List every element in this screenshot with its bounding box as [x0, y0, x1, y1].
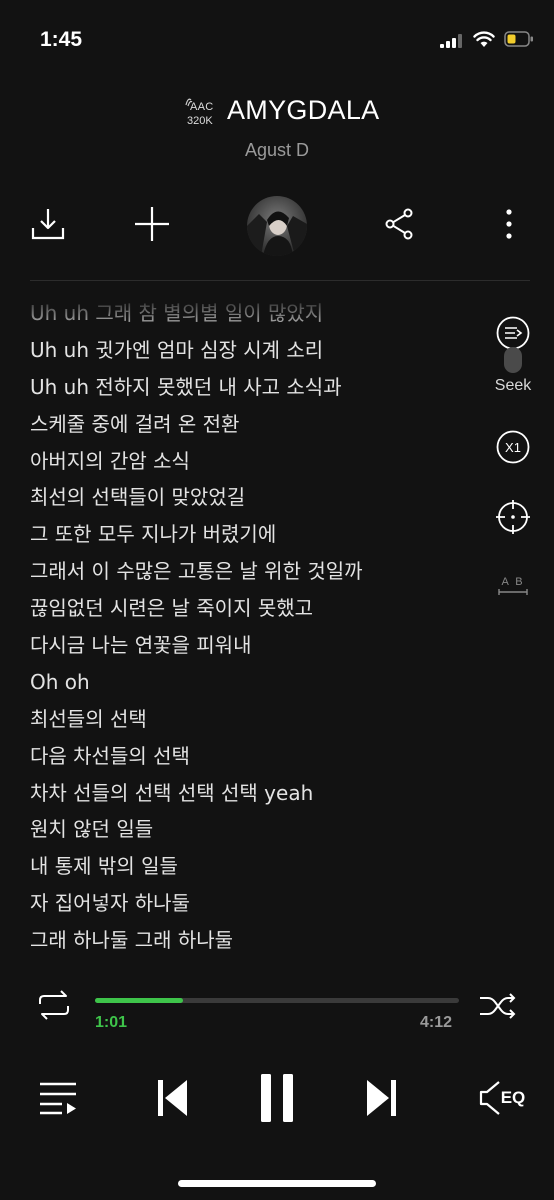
status-bar: 1:45 — [0, 0, 554, 80]
lyric-line[interactable]: 최선의 선택들이 맞았었길 — [30, 479, 480, 516]
cellular-signal-icon — [440, 34, 462, 48]
album-art-image — [247, 196, 307, 256]
lyric-line[interactable]: 그래 하나둘 그래 하나둘 — [30, 922, 480, 959]
sync-target-button[interactable] — [488, 499, 538, 535]
audio-quality-badge: AAC 320K — [184, 94, 224, 130]
playback-controls: EQ — [0, 1060, 554, 1140]
progress-fill — [95, 998, 184, 1003]
playlist-button[interactable] — [36, 1078, 80, 1118]
shuffle-icon[interactable] — [478, 990, 518, 1020]
lyric-line[interactable]: 원치 않던 일들 — [30, 811, 480, 848]
playback-speed-button[interactable]: X1 — [488, 429, 538, 465]
status-time: 1:45 — [40, 28, 83, 51]
battery-icon — [504, 31, 533, 47]
ab-label: A B — [501, 576, 524, 588]
pause-icon — [261, 1074, 293, 1122]
lyric-line[interactable]: 다시금 나는 연꽃을 피워내 — [30, 627, 480, 664]
lyric-line[interactable]: 자 집어넣자 하나둘 — [30, 885, 480, 922]
lyric-line[interactable]: 스케줄 중에 걸려 온 전환 — [30, 406, 480, 443]
artist-avatar[interactable] — [247, 196, 307, 256]
lyrics-panel[interactable]: Uh uh 그래 참 별의별 일이 많았지 Uh uh 귓가엔 엄마 심장 시계… — [30, 295, 480, 975]
speed-icon: X1 — [496, 430, 530, 464]
now-playing-header: AAC 320K AMYGDALA Agust D — [0, 90, 554, 170]
lyric-line[interactable]: 내 통제 밖의 일들 — [30, 848, 480, 885]
equalizer-button[interactable]: EQ — [472, 1078, 532, 1118]
lyric-line[interactable]: 최선들의 선택 — [30, 701, 480, 738]
lyric-line[interactable]: 그 또한 모두 지나가 버렸기에 — [30, 516, 480, 553]
lyric-line[interactable]: Uh uh 전하지 못했던 내 사고 소식과 — [30, 369, 480, 406]
action-row — [0, 190, 554, 265]
eq-label: EQ — [500, 1088, 526, 1107]
add-to-playlist-button[interactable] — [122, 194, 182, 254]
artist-name[interactable]: Agust D — [0, 140, 554, 161]
lyric-line[interactable]: Uh uh 귓가엔 엄마 심장 시계 소리 — [30, 332, 480, 369]
seek-toggle[interactable]: Seek — [488, 315, 538, 395]
crosshair-icon — [496, 500, 530, 534]
lyric-line[interactable]: 다음 차선들의 선택 — [30, 738, 480, 775]
progress-area: 1:01 4:12 — [0, 990, 554, 1040]
share-icon — [385, 208, 413, 240]
seek-switch[interactable] — [504, 347, 522, 373]
lyric-line[interactable]: 그래서 이 수많은 고통은 날 위한 것일까 — [30, 553, 480, 590]
ab-repeat-icon: A B — [498, 576, 528, 595]
pause-button[interactable] — [255, 1070, 299, 1126]
more-vertical-icon — [506, 209, 512, 239]
share-button[interactable] — [370, 194, 430, 254]
lyric-line[interactable]: Oh oh — [30, 664, 480, 701]
previous-button[interactable] — [152, 1078, 192, 1118]
more-options-button[interactable] — [479, 194, 539, 254]
next-button[interactable] — [362, 1078, 402, 1118]
skip-previous-icon — [158, 1080, 187, 1116]
speed-label: X1 — [505, 440, 521, 455]
lyric-line[interactable]: 차차 선들의 선택 선택 선택 yeah — [30, 775, 480, 812]
playlist-icon — [40, 1082, 76, 1115]
wifi-icon — [473, 31, 495, 47]
audio-bitrate: 320K — [187, 115, 213, 127]
song-title: AMYGDALA — [227, 95, 380, 125]
download-icon — [31, 209, 65, 240]
audio-codec: AAC — [190, 101, 214, 113]
speaker-icon — [479, 1081, 500, 1115]
download-button[interactable] — [18, 194, 78, 254]
lyric-line[interactable]: 아버지의 간암 소식 — [30, 443, 480, 480]
progress-track[interactable] — [95, 998, 459, 1003]
header-divider — [30, 280, 530, 281]
lyric-line[interactable]: Uh uh 그래 참 별의별 일이 많았지 — [30, 295, 480, 332]
ab-repeat-button[interactable]: A B — [488, 572, 538, 600]
seek-icon — [496, 316, 530, 350]
skip-next-icon — [367, 1080, 396, 1116]
repeat-icon[interactable] — [34, 990, 74, 1020]
total-duration: 4:12 — [420, 1014, 453, 1031]
seek-label: Seek — [494, 377, 532, 394]
home-indicator[interactable] — [178, 1180, 376, 1187]
plus-icon — [135, 207, 169, 241]
lyric-line[interactable]: 끊임없던 시련은 날 죽이지 못했고 — [30, 590, 480, 627]
elapsed-time: 1:01 — [95, 1014, 128, 1031]
